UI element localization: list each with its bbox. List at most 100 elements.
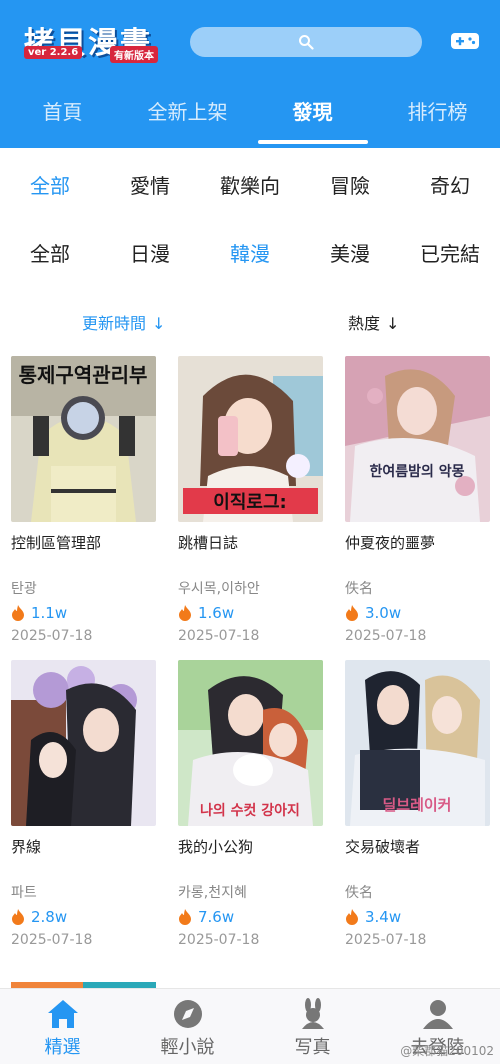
comic-cover[interactable]: 통제구역관리부 (11, 356, 156, 522)
app-screen: 拷貝漫畫 ver 2.2.6 有新版本 首頁 全新上架 發現 排行榜 全部 愛情… (0, 0, 500, 1064)
version-label: ver 2.2.6 (24, 46, 83, 59)
flame-icon (12, 605, 24, 621)
gamepad-icon[interactable] (450, 30, 480, 52)
comic-heat: 3.4w (345, 908, 401, 926)
heat-value: 3.0w (365, 604, 402, 622)
comic-title[interactable]: 控制區管理部 (11, 532, 101, 553)
sort-popularity-label: 熱度 (348, 314, 381, 333)
comic-date: 2025-07-18 (178, 628, 260, 644)
app-header: 拷貝漫畫 ver 2.2.6 有新版本 首頁 全新上架 發現 排行榜 (0, 0, 500, 148)
flame-icon (179, 605, 191, 621)
cover-title-text: 나의 수컷 강아지 (200, 802, 300, 819)
region-filter-korean[interactable]: 韓漫 (200, 238, 300, 267)
comic-title[interactable]: 我的小公狗 (178, 836, 253, 857)
tab-home[interactable]: 首頁 (0, 90, 125, 138)
sort-update-label: 更新時間 (82, 314, 147, 333)
bunny-icon (301, 998, 324, 1029)
nav-featured[interactable]: 精選 (0, 989, 125, 1064)
search-icon (299, 35, 314, 50)
comic-grid: 통제구역관리부 控制區管理部 탄광 1.1w 2025-07-18 이직로그: … (0, 348, 500, 988)
heat-value: 3.4w (365, 908, 402, 926)
heat-value: 1.6w (198, 604, 235, 622)
heat-value: 1.1w (31, 604, 68, 622)
update-badge[interactable]: 有新版本 (110, 46, 158, 63)
comic-date: 2025-07-18 (11, 628, 93, 644)
comic-card[interactable]: 界線 파트 2.8w 2025-07-18 (11, 660, 156, 960)
home-icon (47, 1000, 78, 1028)
comic-heat: 3.0w (345, 604, 401, 622)
comic-cover[interactable]: 나의 수컷 강아지 (178, 660, 323, 826)
filter-panel: 全部 愛情 歡樂向 冒險 奇幻 全部 日漫 韓漫 美漫 已完結 更新時間 ↓ 熱度… (0, 148, 500, 358)
nav-light-novel[interactable]: 輕小說 (125, 989, 250, 1064)
comic-heat: 1.6w (178, 604, 234, 622)
genre-filter-fantasy[interactable]: 奇幻 (400, 170, 500, 199)
comic-date: 2025-07-18 (178, 932, 260, 948)
cover-title-text: 한여름밤의 악몽 (369, 463, 464, 480)
comic-author: 파트 (11, 885, 37, 901)
region-filter-all[interactable]: 全部 (0, 238, 100, 267)
genre-filter-romance[interactable]: 愛情 (100, 170, 200, 199)
sort-row: 更新時間 ↓ 熱度 ↓ (0, 310, 500, 340)
nav-label: 写真 (294, 1037, 331, 1058)
tab-discover[interactable]: 發現 (250, 90, 375, 144)
comic-author: 우시목,이하안 (178, 581, 260, 597)
cover-title-text: 이직로그: (213, 492, 286, 513)
cover-image: 이직로그: (178, 356, 323, 522)
cover-image: 통제구역관리부 (11, 356, 156, 522)
genre-filter-comedy[interactable]: 歡樂向 (200, 170, 300, 199)
comic-title[interactable]: 交易破壞者 (345, 836, 420, 857)
heat-value: 2.8w (31, 908, 68, 926)
cover-image (11, 660, 156, 826)
comic-author: 탄광 (11, 581, 37, 597)
region-filter-completed[interactable]: 已完結 (400, 238, 500, 267)
cover-image: 한여름밤의 악몽 (345, 356, 490, 522)
flame-icon (346, 605, 358, 621)
region-filter-row: 全部 日漫 韓漫 美漫 已完結 (0, 238, 500, 267)
comic-card[interactable]: 딜브레이커 交易破壞者 佚名 3.4w 2025-07-18 (345, 660, 490, 960)
app-logo: 拷貝漫畫 ver 2.2.6 有新版本 (22, 18, 172, 63)
comic-date: 2025-07-18 (345, 932, 427, 948)
comic-heat: 1.1w (11, 604, 67, 622)
top-tab-bar: 首頁 全新上架 發現 排行榜 (0, 90, 500, 144)
user-icon (422, 1000, 453, 1029)
nav-photo[interactable]: 写真 (250, 989, 375, 1064)
comic-cover[interactable]: 한여름밤의 악몽 (345, 356, 490, 522)
nav-label: 精選 (44, 1037, 81, 1058)
search-bar[interactable] (190, 27, 422, 57)
genre-filter-adventure[interactable]: 冒險 (300, 170, 400, 199)
comic-cover[interactable]: 딜브레이커 (345, 660, 490, 826)
flame-icon (179, 909, 191, 925)
flame-icon (346, 909, 358, 925)
sort-by-update-time[interactable]: 更新時間 ↓ (82, 310, 165, 334)
comic-date: 2025-07-18 (11, 932, 93, 948)
comic-cover[interactable]: 이직로그: (178, 356, 323, 522)
arrow-down-icon: ↓ (152, 314, 166, 333)
watermark: @柴郡猫200102 (400, 1044, 494, 1058)
heat-value: 7.6w (198, 908, 235, 926)
comic-heat: 2.8w (11, 908, 67, 926)
comic-author: 카롱,천지혜 (178, 885, 247, 901)
cover-title-text: 통제구역관리부 (19, 363, 148, 387)
nav-label: 輕小說 (160, 1037, 215, 1058)
comic-title[interactable]: 界線 (11, 836, 41, 857)
comic-title[interactable]: 仲夏夜的噩夢 (345, 532, 435, 553)
comic-author: 佚名 (345, 885, 373, 901)
flame-icon (12, 909, 24, 925)
arrow-down-icon: ↓ (386, 314, 400, 333)
comic-title[interactable]: 跳槽日誌 (178, 532, 238, 553)
cover-image: 딜브레이커 (345, 660, 490, 826)
comic-author: 佚名 (345, 581, 373, 597)
comic-card[interactable]: 이직로그: 跳槽日誌 우시목,이하안 1.6w 2025-07-18 (178, 356, 323, 656)
sort-by-popularity[interactable]: 熱度 ↓ (348, 310, 399, 334)
region-filter-japanese[interactable]: 日漫 (100, 238, 200, 267)
tab-new-releases[interactable]: 全新上架 (125, 90, 250, 138)
comic-heat: 7.6w (178, 908, 234, 926)
tab-rankings[interactable]: 排行榜 (375, 90, 500, 138)
comic-cover[interactable] (11, 660, 156, 826)
comic-card[interactable]: 통제구역관리부 控制區管理部 탄광 1.1w 2025-07-18 (11, 356, 156, 656)
comic-card[interactable]: 한여름밤의 악몽 仲夏夜的噩夢 佚名 3.0w 2025-07-18 (345, 356, 490, 656)
genre-filter-all[interactable]: 全部 (0, 170, 100, 199)
comic-card[interactable]: 나의 수컷 강아지 我的小公狗 카롱,천지혜 7.6w 2025-07-18 (178, 660, 323, 960)
compass-icon (173, 1000, 202, 1028)
region-filter-american[interactable]: 美漫 (300, 238, 400, 267)
